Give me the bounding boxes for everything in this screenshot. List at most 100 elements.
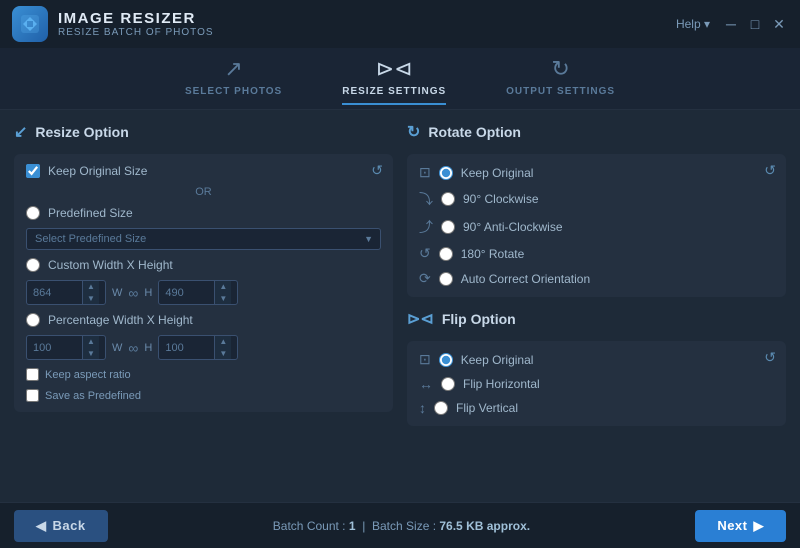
- percentage-size-inputs: ▲ ▼ W ∞ H ▲ ▼: [26, 335, 381, 360]
- flip-vertical-radio[interactable]: [434, 401, 448, 415]
- minimize-button[interactable]: ─: [722, 15, 740, 33]
- custom-h-label: H: [144, 287, 152, 299]
- custom-width-input[interactable]: [27, 283, 82, 303]
- main-content: ↙ Resize Option ↺ Keep Original Size OR …: [0, 110, 800, 502]
- flip-vertical-icon: ↕: [419, 400, 426, 416]
- rotate-auto-row: ⟳ Auto Correct Orientation: [419, 270, 774, 287]
- predefined-size-select-wrapper: Select Predefined Size: [26, 228, 381, 250]
- rotate-reset-button[interactable]: ↺: [764, 162, 776, 179]
- maximize-button[interactable]: □: [746, 15, 764, 33]
- close-button[interactable]: ✕: [770, 15, 788, 33]
- predefined-size-label[interactable]: Predefined Size: [48, 206, 133, 220]
- batch-size-label: Batch Size :: [372, 519, 436, 533]
- step-select-photos-label: SELECT PHOTOS: [185, 86, 282, 97]
- resize-card: ↺ Keep Original Size OR Predefined Size …: [14, 154, 393, 412]
- save-predefined-checkbox[interactable]: [26, 389, 39, 402]
- keep-aspect-ratio-checkbox[interactable]: [26, 368, 39, 381]
- keep-original-size-label[interactable]: Keep Original Size: [48, 164, 147, 178]
- footer: ◀ Back Batch Count : 1 | Batch Size : 76…: [0, 502, 800, 548]
- resize-reset-button[interactable]: ↺: [371, 162, 383, 179]
- footer-info: Batch Count : 1 | Batch Size : 76.5 KB a…: [108, 519, 696, 533]
- rotate-90cw-label[interactable]: 90° Clockwise: [463, 192, 539, 206]
- flip-keep-original-radio[interactable]: [439, 353, 453, 367]
- pct-height-down[interactable]: ▼: [215, 348, 231, 360]
- percentage-size-label[interactable]: Percentage Width X Height: [48, 313, 193, 327]
- step-output-settings[interactable]: ↻ OUTPUT SETTINGS: [506, 56, 615, 105]
- flip-title-text: Flip Option: [442, 311, 516, 327]
- custom-width-up[interactable]: ▲: [83, 281, 99, 293]
- rotate-keep-original-row: ⊡ Keep Original: [419, 164, 774, 181]
- rotate-auto-radio[interactable]: [439, 272, 453, 286]
- app-logo: [12, 6, 48, 42]
- step-bar: ↗ SELECT PHOTOS ⊳⊲ RESIZE SETTINGS ↻ OUT…: [0, 48, 800, 110]
- keep-aspect-ratio-label[interactable]: Keep aspect ratio: [45, 369, 131, 381]
- step-output-settings-icon: ↻: [551, 56, 569, 82]
- custom-width-down[interactable]: ▼: [83, 293, 99, 305]
- custom-size-row: Custom Width X Height: [26, 258, 381, 272]
- keep-original-size-checkbox[interactable]: [26, 164, 40, 178]
- percentage-size-row: Percentage Width X Height: [26, 313, 381, 327]
- predefined-size-radio[interactable]: [26, 206, 40, 220]
- back-button[interactable]: ◀ Back: [14, 510, 108, 542]
- rotate-title-text: Rotate Option: [428, 124, 521, 140]
- app-title: IMAGE RESIZER: [58, 10, 670, 27]
- rotate-keep-icon: ⊡: [419, 164, 431, 181]
- rotate-card: ↺ ⊡ Keep Original ⤵ 90° Clockwise ⤴ 90° …: [407, 154, 786, 297]
- or-divider: OR: [26, 186, 381, 198]
- custom-height-down[interactable]: ▼: [215, 293, 231, 305]
- save-predefined-label[interactable]: Save as Predefined: [45, 390, 141, 402]
- back-chevron-icon: ◀: [36, 518, 47, 534]
- pct-width-input[interactable]: [27, 338, 82, 358]
- keep-original-size-row: Keep Original Size: [26, 164, 381, 178]
- pct-width-down[interactable]: ▼: [83, 348, 99, 360]
- rotate-180-label[interactable]: 180° Rotate: [461, 247, 525, 261]
- rotate-90acw-radio[interactable]: [441, 220, 455, 234]
- pct-height-wrap: ▲ ▼: [158, 335, 238, 360]
- rotate-90cw-radio[interactable]: [441, 192, 455, 206]
- title-bar: IMAGE RESIZER RESIZE BATCH OF PHOTOS Hel…: [0, 0, 800, 48]
- next-button[interactable]: Next ▶: [695, 510, 786, 542]
- help-button[interactable]: Help ▾: [670, 15, 716, 33]
- rotate-keep-original-label[interactable]: Keep Original: [461, 166, 534, 180]
- rotate-180-radio[interactable]: [439, 247, 453, 261]
- flip-reset-button[interactable]: ↺: [764, 349, 776, 366]
- next-label: Next: [717, 518, 747, 533]
- step-output-settings-label: OUTPUT SETTINGS: [506, 86, 615, 97]
- rotate-icon: ↻: [407, 122, 420, 142]
- resize-section-title: ↙ Resize Option: [14, 122, 393, 142]
- rotate-auto-label[interactable]: Auto Correct Orientation: [461, 272, 590, 286]
- step-resize-settings[interactable]: ⊳⊲ RESIZE SETTINGS: [342, 56, 446, 105]
- rotate-90acw-label[interactable]: 90° Anti-Clockwise: [463, 220, 563, 234]
- custom-height-input[interactable]: [159, 283, 214, 303]
- rotate-180-row: ↺ 180° Rotate: [419, 245, 774, 262]
- percentage-size-radio[interactable]: [26, 313, 40, 327]
- batch-count-value: 1: [349, 519, 356, 533]
- flip-horizontal-label[interactable]: Flip Horizontal: [463, 377, 540, 391]
- rotate-90acw-icon: ⤴: [419, 217, 433, 237]
- custom-height-wrap: ▲ ▼: [158, 280, 238, 305]
- pct-width-spinners: ▲ ▼: [82, 336, 99, 359]
- pct-w-label: W: [112, 342, 122, 354]
- resize-title-text: Resize Option: [35, 124, 128, 140]
- flip-horizontal-radio[interactable]: [441, 377, 455, 391]
- flip-keep-original-label[interactable]: Keep Original: [461, 353, 534, 367]
- custom-height-up[interactable]: ▲: [215, 281, 231, 293]
- resize-icon: ↙: [14, 122, 27, 142]
- flip-vertical-label[interactable]: Flip Vertical: [456, 401, 518, 415]
- rotate-90acw-row: ⤴ 90° Anti-Clockwise: [419, 217, 774, 237]
- pct-height-up[interactable]: ▲: [215, 336, 231, 348]
- flip-horizontal-row: ↔ Flip Horizontal: [419, 376, 774, 392]
- predefined-size-select[interactable]: Select Predefined Size: [26, 228, 381, 250]
- step-select-photos[interactable]: ↗ SELECT PHOTOS: [185, 56, 282, 105]
- flip-icon: ⊳⊲: [407, 309, 434, 329]
- custom-size-label[interactable]: Custom Width X Height: [48, 258, 173, 272]
- app-subtitle: RESIZE BATCH OF PHOTOS: [58, 27, 670, 38]
- pct-h-label: H: [144, 342, 152, 354]
- flip-horizontal-icon: ↔: [419, 376, 433, 392]
- resize-panel: ↙ Resize Option ↺ Keep Original Size OR …: [14, 122, 393, 490]
- app-title-block: IMAGE RESIZER RESIZE BATCH OF PHOTOS: [58, 10, 670, 38]
- pct-height-input[interactable]: [159, 338, 214, 358]
- custom-size-radio[interactable]: [26, 258, 40, 272]
- pct-width-up[interactable]: ▲: [83, 336, 99, 348]
- rotate-keep-original-radio[interactable]: [439, 166, 453, 180]
